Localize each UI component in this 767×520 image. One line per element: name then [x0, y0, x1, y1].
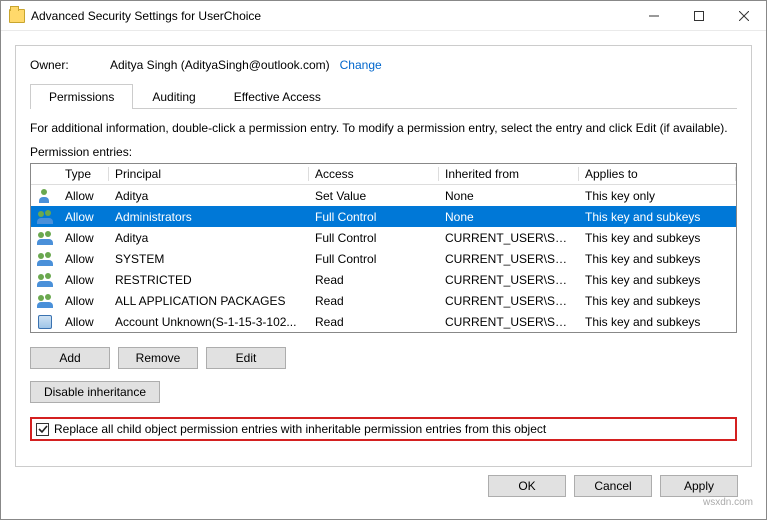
- disable-inheritance-button[interactable]: Disable inheritance: [30, 381, 160, 403]
- replace-children-label: Replace all child object permission entr…: [54, 422, 546, 436]
- row-icon: [31, 189, 59, 203]
- group-icon: [37, 252, 53, 266]
- row-access: Read: [309, 273, 439, 287]
- row-inherited: CURRENT_USER\Soft...: [439, 294, 579, 308]
- table-header: Type Principal Access Inherited from App…: [31, 164, 736, 185]
- titlebar: Advanced Security Settings for UserChoic…: [1, 1, 766, 31]
- tab-effective-access[interactable]: Effective Access: [215, 84, 340, 109]
- row-inherited: None: [439, 189, 579, 203]
- group-icon: [37, 210, 53, 224]
- row-type: Allow: [59, 252, 109, 266]
- user-icon: [37, 189, 53, 203]
- cancel-button[interactable]: Cancel: [574, 475, 652, 497]
- col-principal[interactable]: Principal: [109, 167, 309, 181]
- row-principal: Aditya: [109, 231, 309, 245]
- row-access: Set Value: [309, 189, 439, 203]
- row-icon: [31, 273, 59, 287]
- row-inherited: CURRENT_USER\Soft...: [439, 252, 579, 266]
- remove-button[interactable]: Remove: [118, 347, 198, 369]
- row-principal: Account Unknown(S-1-15-3-102...: [109, 315, 309, 329]
- tab-permissions[interactable]: Permissions: [30, 84, 133, 109]
- minimize-button[interactable]: [631, 1, 676, 31]
- table-row[interactable]: AllowAdityaFull ControlCURRENT_USER\Soft…: [31, 227, 736, 248]
- table-row[interactable]: AllowAdityaSet ValueNoneThis key only: [31, 185, 736, 206]
- entries-label: Permission entries:: [30, 145, 737, 159]
- col-access[interactable]: Access: [309, 167, 439, 181]
- footer-buttons: OK Cancel Apply: [15, 467, 752, 505]
- tabs: Permissions Auditing Effective Access: [30, 84, 737, 109]
- table-row[interactable]: AllowRESTRICTEDReadCURRENT_USER\Soft...T…: [31, 269, 736, 290]
- info-text: For additional information, double-click…: [30, 121, 737, 135]
- row-type: Allow: [59, 273, 109, 287]
- row-principal: SYSTEM: [109, 252, 309, 266]
- permission-table: Type Principal Access Inherited from App…: [30, 163, 737, 333]
- replace-children-checkbox[interactable]: [36, 423, 49, 436]
- change-owner-link[interactable]: Change: [340, 58, 382, 72]
- row-type: Allow: [59, 189, 109, 203]
- row-access: Full Control: [309, 252, 439, 266]
- row-icon: [31, 315, 59, 329]
- owner-label: Owner:: [30, 58, 110, 72]
- row-applies: This key and subkeys: [579, 210, 736, 224]
- row-access: Full Control: [309, 210, 439, 224]
- group-icon: [37, 231, 53, 245]
- col-inherited[interactable]: Inherited from: [439, 167, 579, 181]
- row-applies: This key and subkeys: [579, 294, 736, 308]
- row-icon: [31, 210, 59, 224]
- apply-button[interactable]: Apply: [660, 475, 738, 497]
- row-icon: [31, 231, 59, 245]
- row-principal: Administrators: [109, 210, 309, 224]
- row-type: Allow: [59, 231, 109, 245]
- ok-button[interactable]: OK: [488, 475, 566, 497]
- row-access: Read: [309, 294, 439, 308]
- window-title: Advanced Security Settings for UserChoic…: [31, 9, 631, 23]
- inner-panel: Owner: Aditya Singh (AdityaSingh@outlook…: [15, 45, 752, 467]
- row-inherited: None: [439, 210, 579, 224]
- row-principal: RESTRICTED: [109, 273, 309, 287]
- col-type[interactable]: Type: [59, 167, 109, 181]
- row-applies: This key and subkeys: [579, 273, 736, 287]
- table-row[interactable]: AllowAccount Unknown(S-1-15-3-102...Read…: [31, 311, 736, 332]
- unknown-icon: [38, 315, 52, 329]
- tab-auditing[interactable]: Auditing: [133, 84, 214, 109]
- group-icon: [37, 294, 53, 308]
- group-icon: [37, 273, 53, 287]
- row-principal: ALL APPLICATION PACKAGES: [109, 294, 309, 308]
- row-type: Allow: [59, 294, 109, 308]
- table-row[interactable]: AllowSYSTEMFull ControlCURRENT_USER\Soft…: [31, 248, 736, 269]
- row-applies: This key and subkeys: [579, 252, 736, 266]
- row-access: Full Control: [309, 231, 439, 245]
- folder-icon: [9, 9, 25, 23]
- row-applies: This key and subkeys: [579, 231, 736, 245]
- row-inherited: CURRENT_USER\Soft...: [439, 273, 579, 287]
- content-area: Owner: Aditya Singh (AdityaSingh@outlook…: [1, 31, 766, 519]
- row-applies: This key and subkeys: [579, 315, 736, 329]
- row-applies: This key only: [579, 189, 736, 203]
- add-button[interactable]: Add: [30, 347, 110, 369]
- col-applies[interactable]: Applies to: [579, 167, 736, 181]
- dialog-window: Advanced Security Settings for UserChoic…: [0, 0, 767, 520]
- row-type: Allow: [59, 315, 109, 329]
- table-row[interactable]: AllowALL APPLICATION PACKAGESReadCURRENT…: [31, 290, 736, 311]
- row-icon: [31, 252, 59, 266]
- row-inherited: CURRENT_USER\Soft...: [439, 315, 579, 329]
- table-buttons: Add Remove Edit: [30, 347, 737, 369]
- owner-name: Aditya Singh (AdityaSingh@outlook.com): [110, 58, 330, 72]
- owner-row: Owner: Aditya Singh (AdityaSingh@outlook…: [30, 58, 737, 72]
- row-principal: Aditya: [109, 189, 309, 203]
- table-row[interactable]: AllowAdministratorsFull ControlNoneThis …: [31, 206, 736, 227]
- edit-button[interactable]: Edit: [206, 347, 286, 369]
- row-type: Allow: [59, 210, 109, 224]
- close-button[interactable]: [721, 1, 766, 31]
- row-access: Read: [309, 315, 439, 329]
- row-inherited: CURRENT_USER\Soft...: [439, 231, 579, 245]
- replace-children-row[interactable]: Replace all child object permission entr…: [30, 417, 737, 441]
- maximize-button[interactable]: [676, 1, 721, 31]
- table-body: AllowAdityaSet ValueNoneThis key onlyAll…: [31, 185, 736, 332]
- row-icon: [31, 294, 59, 308]
- inheritance-buttons: Disable inheritance: [30, 381, 737, 403]
